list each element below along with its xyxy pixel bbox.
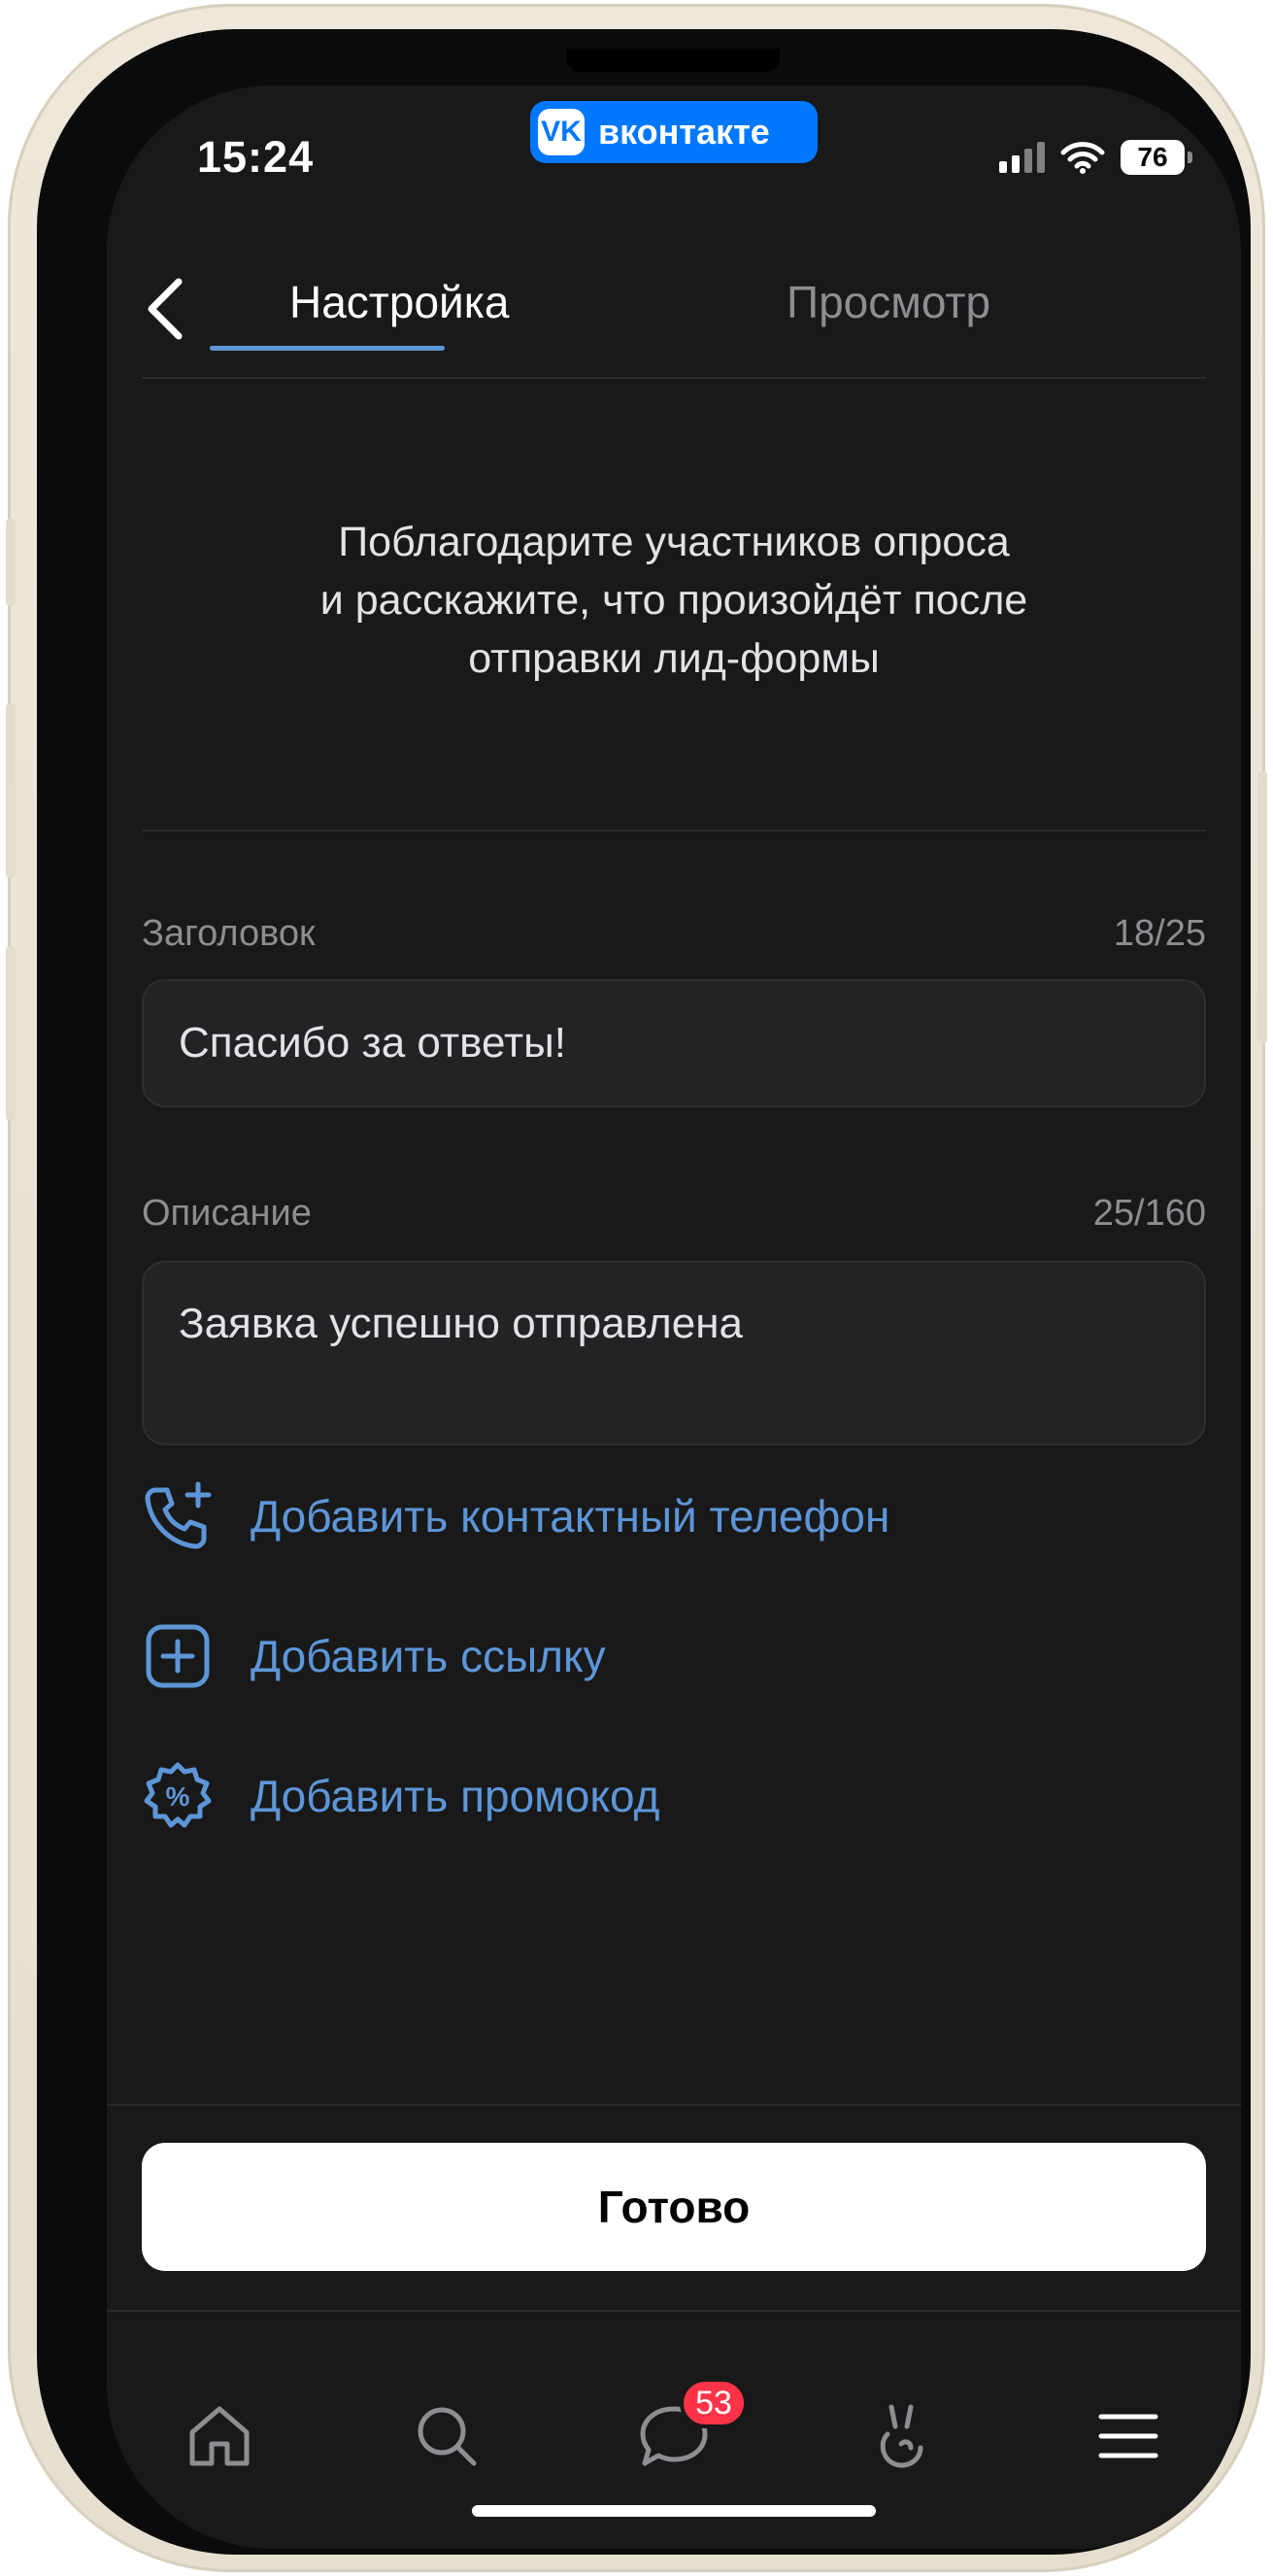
header-divider bbox=[142, 377, 1206, 379]
tab-preview[interactable]: Просмотр bbox=[787, 276, 990, 328]
tabbar-divider bbox=[107, 2310, 1241, 2312]
back-button[interactable] bbox=[136, 270, 194, 348]
status-icons: 76 bbox=[999, 140, 1192, 175]
battery-icon: 76 bbox=[1121, 140, 1192, 175]
screen: 15:24 VK вконтакте 76 Настройка Просмотр… bbox=[107, 85, 1241, 2549]
wifi-icon bbox=[1060, 142, 1105, 174]
phone-add-icon bbox=[142, 1480, 214, 1552]
vk-app-badge[interactable]: VK вконтакте bbox=[530, 101, 818, 163]
section-divider bbox=[142, 830, 1206, 831]
title-field-label: Заголовок bbox=[142, 913, 316, 954]
description-field-counter: 25/160 bbox=[1092, 1193, 1206, 1234]
intro-line: Поблагодарите участников опроса bbox=[338, 519, 1010, 565]
title-input[interactable]: Спасибо за ответы! bbox=[142, 979, 1206, 1107]
add-square-icon bbox=[142, 1620, 214, 1692]
home-icon bbox=[189, 2406, 250, 2466]
add-promocode-button[interactable]: % Добавить промокод bbox=[142, 1760, 659, 1832]
add-phone-label: Добавить контактный телефон bbox=[251, 1491, 890, 1542]
title-field-counter: 18/25 bbox=[1113, 913, 1206, 954]
volume-up-button bbox=[6, 703, 16, 878]
tabbar-home[interactable] bbox=[171, 2388, 268, 2485]
phone-frame: 15:24 VK вконтакте 76 Настройка Просмотр… bbox=[6, 4, 1267, 2572]
menu-icon bbox=[1098, 2414, 1158, 2458]
search-icon bbox=[418, 2407, 477, 2466]
active-tab-indicator bbox=[210, 346, 445, 351]
speaker-grille bbox=[566, 49, 780, 72]
add-promocode-label: Добавить промокод bbox=[251, 1771, 660, 1821]
messages-badge: 53 bbox=[680, 2378, 748, 2428]
footer-divider bbox=[107, 2104, 1241, 2106]
power-button bbox=[1257, 771, 1267, 1043]
add-link-button[interactable]: Добавить ссылку bbox=[142, 1620, 606, 1692]
intro-text: Поблагодарите участников опроса и расска… bbox=[142, 513, 1206, 688]
description-field-label: Описание bbox=[142, 1193, 312, 1234]
tab-settings[interactable]: Настройка bbox=[289, 276, 509, 328]
discount-icon: % bbox=[142, 1760, 214, 1832]
status-time: 15:24 bbox=[197, 132, 315, 182]
cellular-signal-icon bbox=[999, 142, 1045, 173]
services-icon bbox=[880, 2404, 923, 2468]
svg-text:%: % bbox=[166, 1781, 190, 1812]
tabbar-services[interactable] bbox=[853, 2388, 950, 2485]
phone-bezel: 15:24 VK вконтакте 76 Настройка Просмотр… bbox=[37, 29, 1251, 2555]
volume-down-button bbox=[6, 946, 16, 1121]
mute-switch bbox=[6, 519, 16, 606]
add-link-label: Добавить ссылку bbox=[251, 1631, 606, 1681]
intro-line: отправки лид-формы bbox=[468, 635, 880, 682]
tabbar-search[interactable] bbox=[398, 2388, 495, 2485]
tabbar-menu[interactable] bbox=[1080, 2388, 1177, 2485]
intro-line: и расскажите, что произойдёт после bbox=[319, 577, 1028, 624]
tabbar-messages[interactable]: 53 bbox=[625, 2378, 748, 2485]
home-indicator[interactable] bbox=[472, 2505, 876, 2517]
chevron-left-icon bbox=[148, 278, 183, 340]
add-phone-button[interactable]: Добавить контактный телефон bbox=[142, 1480, 889, 1552]
done-button[interactable]: Готово bbox=[142, 2143, 1206, 2271]
vk-logo-icon: VK bbox=[538, 109, 585, 155]
vk-app-badge-label: вконтакте bbox=[598, 112, 770, 152]
description-textarea[interactable]: Заявка успешно отправлена bbox=[142, 1261, 1206, 1445]
